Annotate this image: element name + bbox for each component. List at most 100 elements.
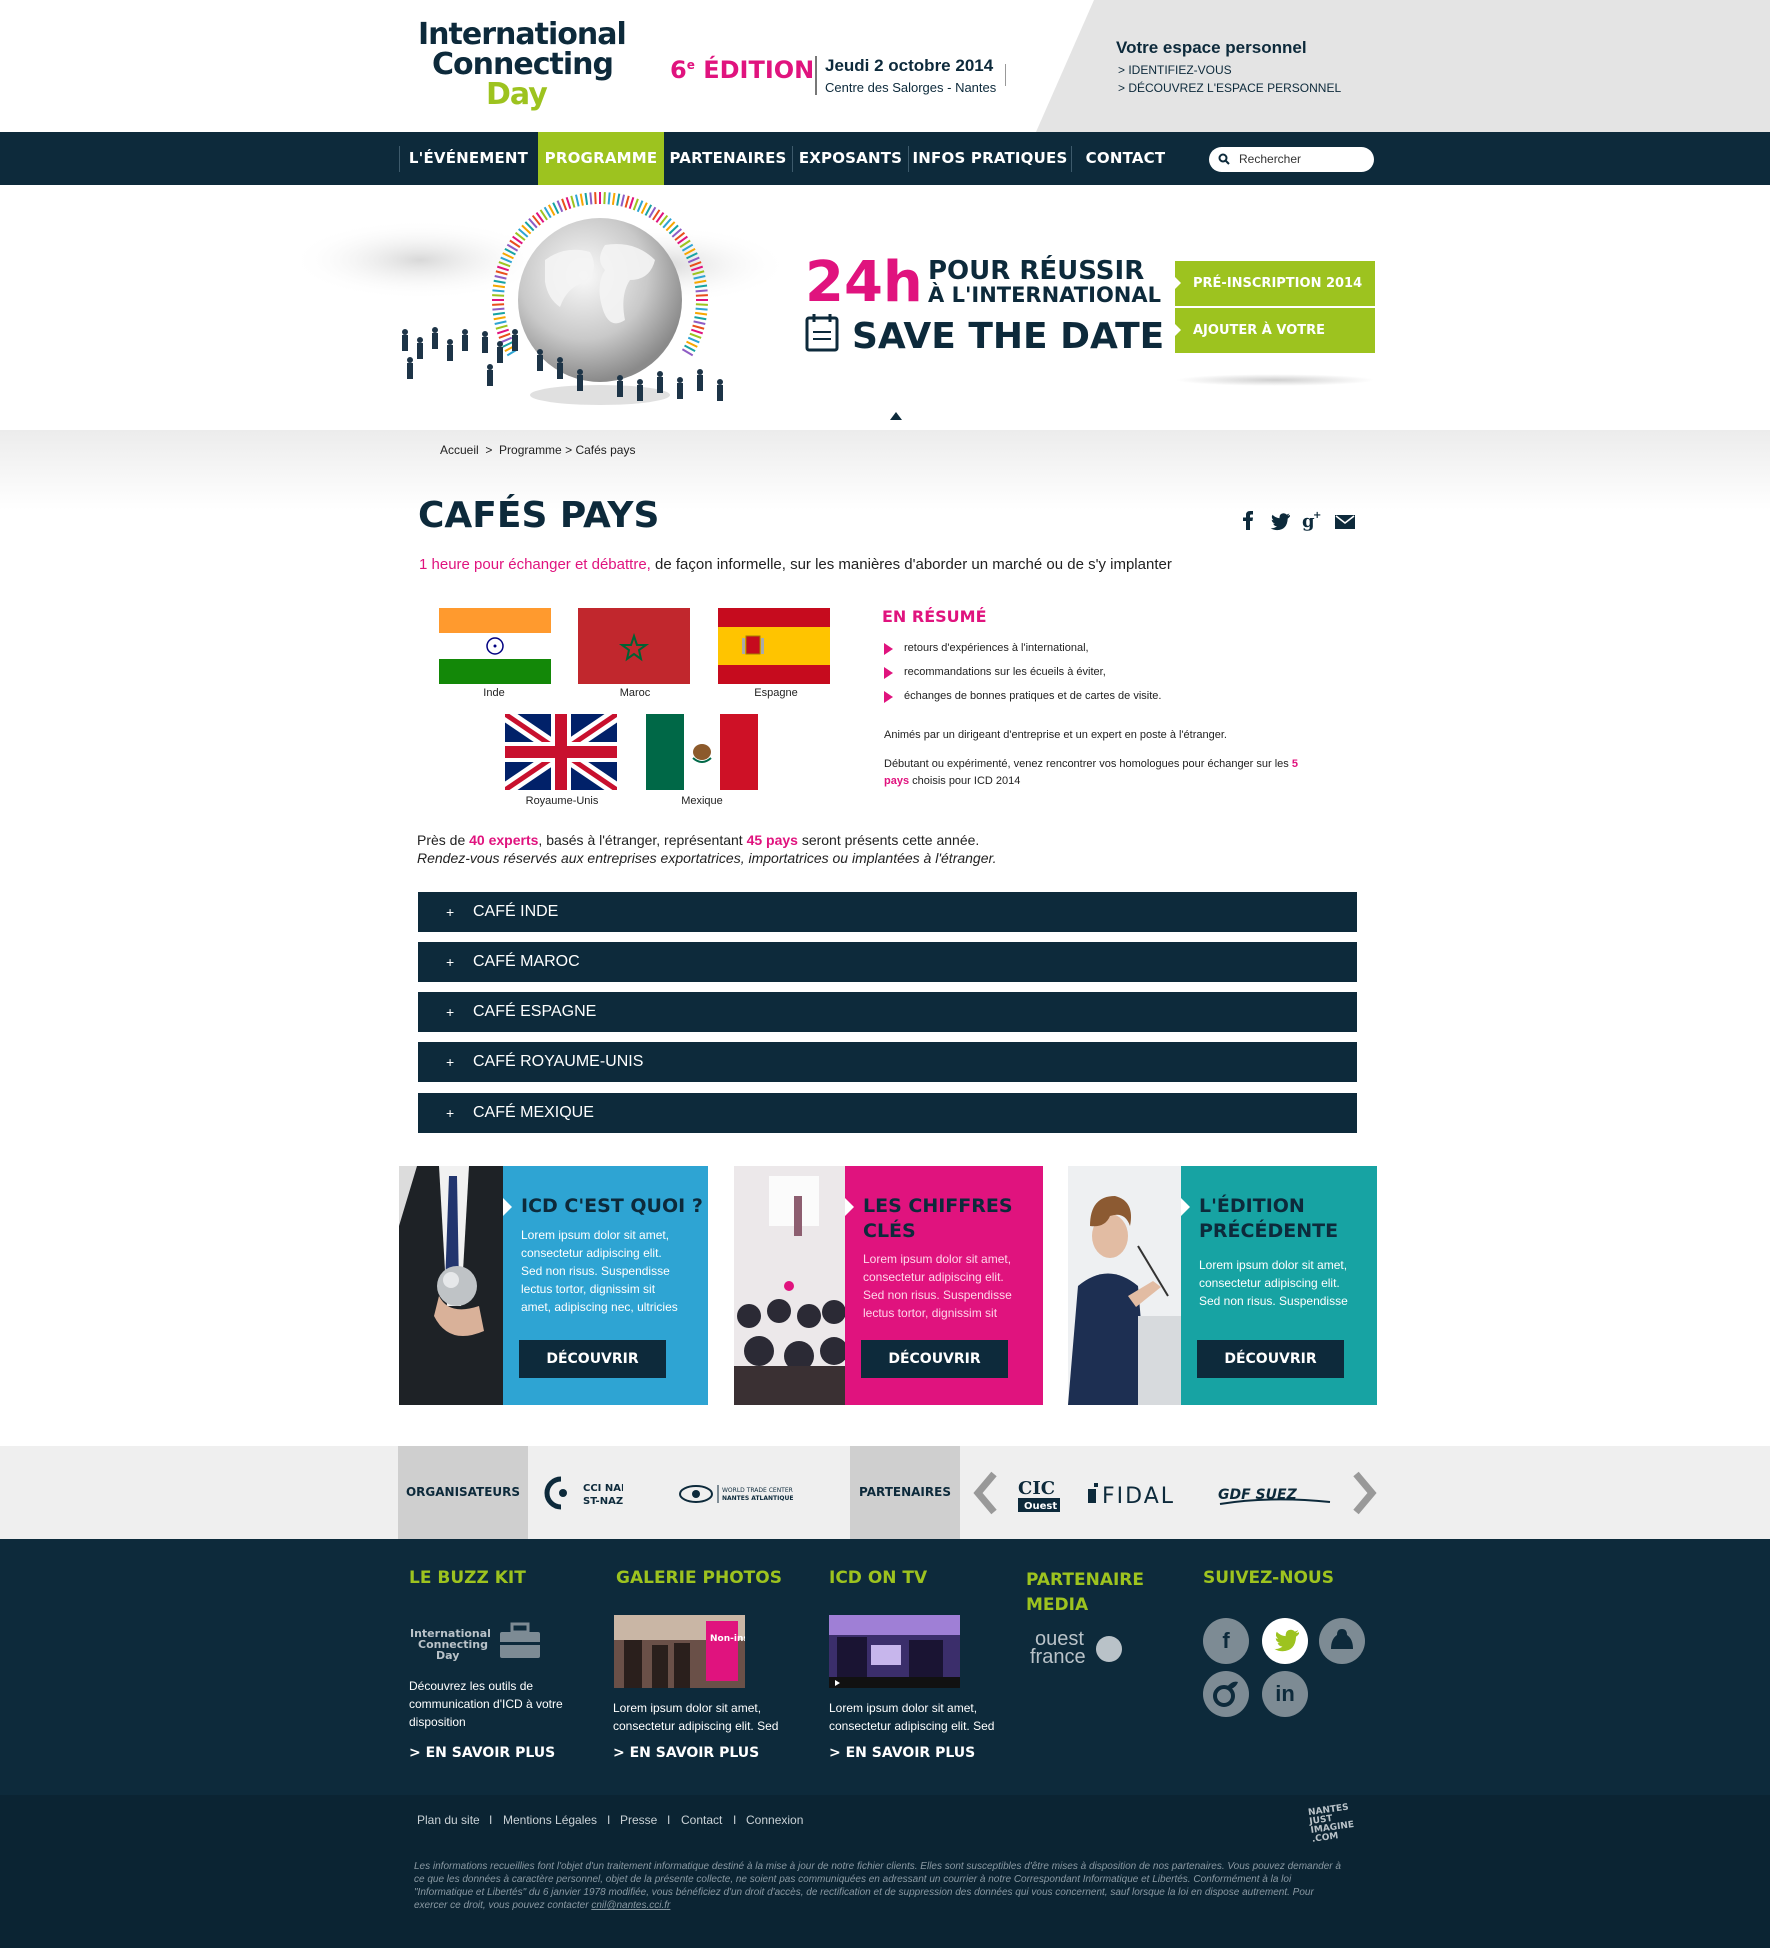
svg-text:WORLD TRADE CENTER: WORLD TRADE CENTER: [722, 1487, 793, 1494]
footer-link-connexion[interactable]: Connexion: [746, 1813, 803, 1827]
pre-inscription-button[interactable]: PRÉ-INSCRIPTION 2014: [1175, 261, 1375, 306]
hero-line-1: POUR RÉUSSIR: [928, 256, 1145, 286]
button-shadow: [1175, 374, 1375, 386]
footer-link-contact[interactable]: Contact: [681, 1813, 722, 1827]
footer-link-separator: I: [607, 1813, 611, 1827]
flag-mexique[interactable]: [646, 714, 758, 790]
facebook-icon[interactable]: [1243, 511, 1253, 530]
nav-item-exposants[interactable]: EXPOSANTS: [793, 132, 908, 185]
cci-logo[interactable]: CCI NANTES ST-NAZAIRE: [543, 1475, 623, 1511]
icd-tv-text: Lorem ipsum dolor sit amet, consectetur a…: [829, 1701, 995, 1733]
flag-espagne[interactable]: [718, 608, 830, 684]
accordion-cafe-espagne[interactable]: + CAFÉ ESPAGNE: [418, 992, 1357, 1032]
breadcrumb-home[interactable]: Accueil: [440, 443, 479, 457]
twitter-icon[interactable]: [1270, 513, 1290, 531]
gdf-suez-logo[interactable]: GDF SUEZ: [1216, 1484, 1336, 1508]
icd-tv-video[interactable]: [829, 1615, 960, 1688]
content-top-gradient: [0, 430, 1770, 510]
viadeo-icon[interactable]: [1319, 1618, 1365, 1664]
footer-link-separator: I: [733, 1813, 737, 1827]
decouvrir-button[interactable]: DÉCOUVRIR: [1197, 1340, 1344, 1378]
nantes-just-imagine-logo[interactable]: NANTES JUST IMAGINE .COM: [1308, 1803, 1356, 1845]
event-date-block: Jeudi 2 octobre 2014 Centre des Salorges…: [815, 56, 996, 95]
flag-royaume-unis[interactable]: [505, 714, 617, 790]
identifiez-vous-link[interactable]: > IDENTIFIEZ-VOUS: [1118, 63, 1341, 77]
accordion-cafe-inde[interactable]: + CAFÉ INDE: [418, 892, 1357, 932]
save-the-date: SAVE THE DATE: [852, 316, 1165, 357]
accordion-cafe-maroc[interactable]: + CAFÉ MAROC: [418, 942, 1357, 982]
partenaires-label: PARTENAIRES: [850, 1446, 960, 1539]
breadcrumb-programme[interactable]: Programme: [499, 443, 562, 457]
galerie-more-link[interactable]: > EN SAVOIR PLUS: [613, 1745, 759, 1761]
svg-text:CIC: CIC: [1018, 1478, 1055, 1499]
nav-item-infos-pratiques[interactable]: INFOS PRATIQUES: [909, 132, 1071, 185]
footer-link-mentions-legales[interactable]: Mentions Légales: [503, 1813, 597, 1827]
legal-notice: Les informations recueillies font l'obje…: [414, 1861, 1341, 1911]
edition-label: 6e ÉDITION: [670, 56, 815, 84]
resume-item: retours d'expériences à l'international,: [884, 642, 1089, 655]
partenaire-media-title: PARTENAIRE MEDIA: [1026, 1570, 1145, 1615]
organisateurs-label: ORGANISATEURS: [398, 1446, 528, 1539]
speaker-photo: [1068, 1166, 1181, 1405]
accordion-cafe-mexique[interactable]: + CAFÉ MEXIQUE: [418, 1093, 1357, 1133]
chevron-left-icon[interactable]: [970, 1470, 1000, 1516]
logo-line-3: Day: [486, 77, 548, 112]
footer-link-plan-du-site[interactable]: Plan du site: [417, 1813, 480, 1827]
cnil-email-link[interactable]: cnil@nantes.cci.fr: [591, 1900, 670, 1911]
promo-notch: [1181, 1198, 1190, 1216]
resume-paragraph-1: Animés par un dirigeant d'entreprise et …: [884, 729, 1227, 741]
svg-text:NANTES ATLANTIQUE: NANTES ATLANTIQUE: [722, 1495, 793, 1502]
promo-chiffres-cles: LES CHIFFRES CLÉS Lorem ipsum dolor sit …: [734, 1166, 1043, 1405]
promo-title: L'ÉDITION PRÉCÉDENTE: [1199, 1195, 1339, 1242]
promo-notch: [503, 1198, 512, 1216]
flag-inde[interactable]: [439, 608, 551, 684]
search-icon: [1218, 153, 1230, 165]
pearltrees-icon[interactable]: [1203, 1671, 1249, 1717]
resume-item: recommandations sur les écueils à éviter…: [884, 666, 1106, 679]
footer-link-presse[interactable]: Presse: [620, 1813, 657, 1827]
accordion-cafe-royaume-unis[interactable]: + CAFÉ ROYAUME-UNIS: [418, 1042, 1357, 1082]
footer-link-separator: I: [667, 1813, 671, 1827]
date-divider: [1005, 64, 1006, 86]
ajouter-agenda-button[interactable]: AJOUTER À VOTRE AGENDA: [1175, 308, 1375, 383]
flag-maroc[interactable]: [578, 608, 690, 684]
search-input[interactable]: Rechercher: [1209, 147, 1374, 172]
calendar-icon: [805, 314, 839, 352]
buzz-kit-text: Découvrez les outils de communication d'I…: [409, 1679, 563, 1729]
galerie-title: GALERIE PHOTOS: [616, 1568, 782, 1588]
galerie-photo[interactable]: Non-inscrits: [614, 1615, 745, 1688]
globe-illustration: [300, 192, 790, 405]
facebook-icon[interactable]: f: [1203, 1618, 1249, 1664]
resume-item: échanges de bonnes pratiques et de carte…: [884, 690, 1161, 703]
google-plus-icon[interactable]: g+: [1302, 510, 1321, 532]
fidal-logo[interactable]: FIDAL: [1086, 1481, 1202, 1507]
nav-item-contact[interactable]: CONTACT: [1072, 132, 1179, 185]
suivez-nous-title: SUIVEZ-NOUS: [1203, 1568, 1334, 1588]
promo-panel: ICD C'EST QUOI ? Lorem ipsum dolor sit a…: [503, 1166, 708, 1405]
accordion-label: CAFÉ ROYAUME-UNIS: [473, 1053, 644, 1070]
svg-text:ST-NAZAIRE: ST-NAZAIRE: [583, 1496, 623, 1507]
nav-item-evenement[interactable]: L'ÉVÉNEMENT: [400, 132, 537, 185]
decouvrez-espace-link[interactable]: > DÉCOUVREZ L'ESPACE PERSONNEL: [1118, 81, 1341, 95]
ouest-france-logo[interactable]: ouest france: [1030, 1629, 1086, 1667]
buzz-kit-title: LE BUZZ KIT: [409, 1568, 526, 1588]
accordion-label: CAFÉ MEXIQUE: [473, 1104, 594, 1121]
chevron-right-icon[interactable]: [1350, 1470, 1380, 1516]
site-logo[interactable]: International Connecting Day: [418, 20, 627, 112]
expand-icon: +: [446, 1054, 455, 1070]
twitter-icon[interactable]: [1262, 1618, 1308, 1664]
nav-item-partenaires[interactable]: PARTENAIRES: [664, 132, 792, 185]
buzz-kit-more-link[interactable]: > EN SAVOIR PLUS: [409, 1745, 555, 1761]
mail-icon[interactable]: [1335, 515, 1355, 529]
decouvrir-button[interactable]: DÉCOUVRIR: [861, 1340, 1008, 1378]
svg-text:Ouest: Ouest: [1024, 1501, 1057, 1512]
decouvrir-button[interactable]: DÉCOUVRIR: [519, 1340, 666, 1378]
breadcrumb-separator: >: [565, 443, 573, 457]
linkedin-icon[interactable]: in: [1262, 1671, 1308, 1717]
nav-item-programme[interactable]: PROGRAMME: [538, 132, 664, 185]
cic-logo[interactable]: CIC Ouest: [1016, 1476, 1064, 1514]
wtc-logo[interactable]: WORLD TRADE CENTER NANTES ATLANTIQUE: [678, 1483, 818, 1505]
svg-text:Non-inscrits: Non-inscrits: [710, 1634, 745, 1644]
icd-tv-more-link[interactable]: > EN SAVOIR PLUS: [829, 1745, 975, 1761]
experts-note: Rendez-vous réservés aux entreprises exp…: [417, 850, 997, 866]
